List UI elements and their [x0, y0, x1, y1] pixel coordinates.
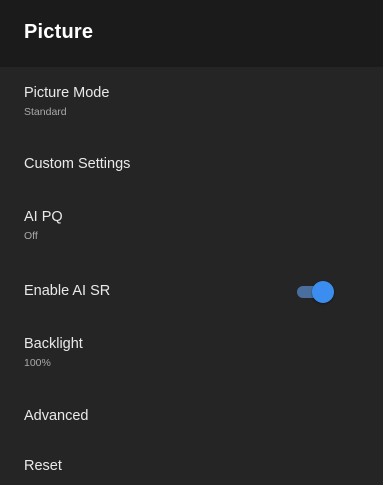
menu-item-backlight[interactable]: Backlight 100%: [24, 335, 383, 385]
menu-item-title: Reset: [24, 458, 62, 474]
menu-item-value: Off: [24, 230, 38, 242]
menu-item-title: Picture Mode: [24, 85, 110, 101]
menu-item-ai-pq[interactable]: AI PQ Off: [24, 208, 383, 258]
menu-item-advanced[interactable]: Advanced: [24, 407, 383, 457]
menu-item-custom-settings[interactable]: Custom Settings: [24, 155, 383, 205]
menu-item-title: Custom Settings: [24, 156, 131, 172]
menu-item-enable-ai-sr[interactable]: Enable AI SR: [24, 281, 383, 332]
menu-item-title: AI PQ: [24, 209, 63, 225]
toggle-thumb: [312, 281, 334, 303]
menu-item-title: Backlight: [24, 336, 83, 352]
menu-item-value: 100%: [24, 357, 51, 369]
menu-item-title: Advanced: [24, 408, 89, 424]
picture-settings-panel: Picture Picture Mode Standard Custom Set…: [0, 0, 383, 485]
menu-item-reset[interactable]: Reset: [24, 457, 383, 485]
panel-header: Picture: [0, 0, 383, 67]
menu-item-value: Standard: [24, 106, 67, 118]
menu-item-picture-mode[interactable]: Picture Mode Standard: [24, 84, 383, 134]
page-title: Picture: [24, 21, 94, 43]
ai-sr-toggle-switch[interactable]: [297, 281, 335, 303]
